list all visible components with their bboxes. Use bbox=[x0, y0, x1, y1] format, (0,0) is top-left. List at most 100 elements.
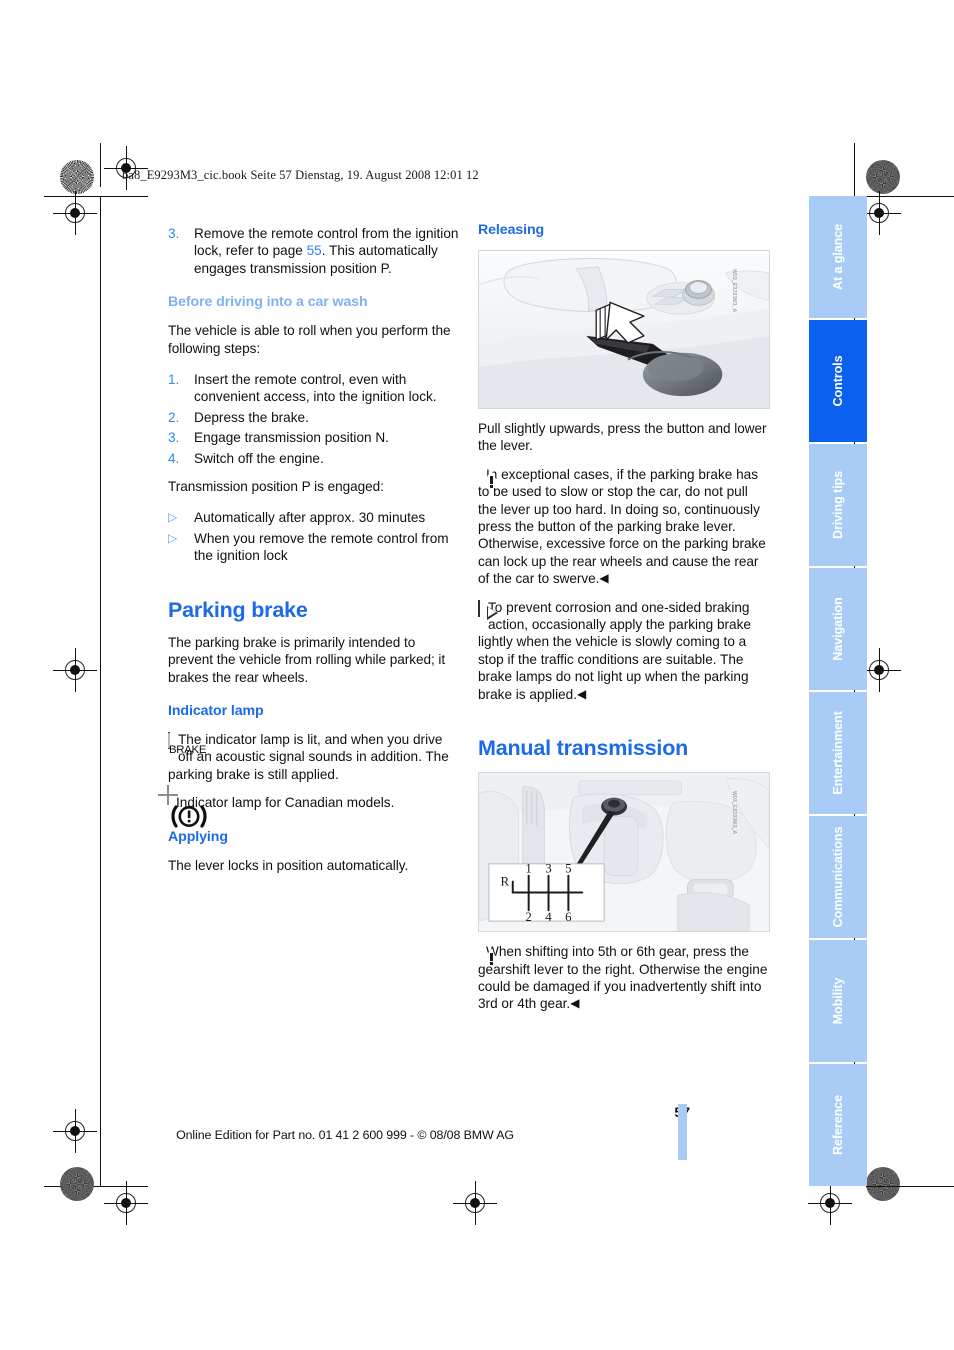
registration-mark-right-middle bbox=[857, 648, 901, 692]
tab-navigation[interactable]: Navigation bbox=[809, 568, 867, 690]
releasing-body: Pull slightly upwards, press the button … bbox=[478, 421, 767, 454]
step-marker: 2. bbox=[168, 409, 180, 425]
print-rosette-top-left bbox=[60, 160, 94, 194]
heading-applying: Applying bbox=[168, 828, 228, 845]
info-triangle-icon bbox=[478, 599, 498, 620]
heading-parking-brake: Parking brake bbox=[168, 597, 308, 622]
step-text: Engage transmission position N. bbox=[194, 430, 389, 446]
crop-line-top-left-h bbox=[44, 196, 148, 197]
bullet-text: Automatically after approx. 30 minutes bbox=[194, 510, 426, 526]
step-text: Remove the remote control from the ignit… bbox=[194, 225, 460, 277]
bullet-text: When you remove the remote control from … bbox=[194, 530, 449, 564]
crop-line-top-right-h bbox=[866, 196, 954, 197]
list-item: 4. Switch off the engine. bbox=[168, 450, 460, 467]
list-item: 3. Remove the remote control from the ig… bbox=[168, 225, 460, 277]
svg-text:3: 3 bbox=[545, 862, 551, 876]
step-text: Insert the remote control, even with con… bbox=[194, 372, 437, 405]
list-item: 2. Depress the brake. bbox=[168, 409, 460, 426]
right-column: Releasing W03_E9293M3_A Pull slightly up… bbox=[478, 222, 770, 1013]
carwash-intro-text: The vehicle is able to roll when you per… bbox=[168, 323, 451, 356]
warning-note-gearshift: When shifting into 5th or 6th gear, pres… bbox=[478, 943, 770, 1013]
thumb-index-tabs: At a glance Controls Driving tips Naviga… bbox=[809, 196, 867, 1188]
tab-mobility[interactable]: Mobility bbox=[809, 940, 867, 1062]
step-marker: 3. bbox=[168, 430, 180, 446]
heading-before-car-wash: Before driving into a car wash bbox=[168, 294, 368, 311]
tab-communications[interactable]: Communications bbox=[809, 816, 867, 938]
triangle-bullet-icon: ▷ bbox=[168, 530, 178, 545]
info-note-corrosion: To prevent corrosion and one-sided braki… bbox=[478, 599, 770, 703]
figure-credit: W03_E9293M3_A bbox=[730, 269, 737, 313]
warning-text-continued: Otherwise, excessive force on the parkin… bbox=[478, 535, 770, 587]
engaged-intro-text: Transmission position P is engaged: bbox=[168, 479, 384, 495]
print-rosette-top-right bbox=[866, 160, 900, 194]
tab-label: At a glance bbox=[831, 223, 845, 291]
registration-mark-top-right bbox=[857, 191, 901, 235]
print-rosette-bottom-left bbox=[60, 1167, 94, 1201]
svg-text:4: 4 bbox=[545, 910, 552, 924]
canadian-lamp-note: Indicator lamp for Canadian models. bbox=[158, 785, 460, 828]
list-item: 3. Engage transmission position N. bbox=[168, 429, 460, 446]
manual-gearshift-illustration: R 1 3 5 2 4 6 W03_E9293M3_A bbox=[478, 772, 770, 933]
tab-reference[interactable]: Reference bbox=[809, 1064, 867, 1186]
registration-mark-bottom-right bbox=[808, 1181, 852, 1225]
end-of-note-marker: ◀ bbox=[599, 571, 609, 586]
heading-releasing: Releasing bbox=[478, 222, 545, 238]
parking-brake-body: The parking brake is primarily intended … bbox=[168, 634, 446, 685]
step-marker: 3. bbox=[168, 226, 180, 241]
end-of-note-marker: ◀ bbox=[570, 996, 580, 1011]
tab-controls[interactable]: Controls bbox=[809, 320, 867, 442]
warning-note-parking-brake: In exceptional cases, if the parking bra… bbox=[478, 466, 770, 536]
tab-label: Controls bbox=[831, 355, 845, 407]
tab-entertainment[interactable]: Entertainment bbox=[809, 692, 867, 814]
engaged-bullet-list: ▷ Automatically after approx. 30 minutes… bbox=[168, 509, 460, 564]
tab-at-a-glance[interactable]: At a glance bbox=[809, 196, 867, 318]
step-marker: 1. bbox=[168, 372, 180, 388]
page-sheet: ba8_E9293M3_cic.book Seite 57 Dienstag, … bbox=[0, 0, 954, 1350]
step-text: Switch off the engine. bbox=[194, 450, 324, 466]
figure-credit: W03_E9293M3_A bbox=[730, 791, 737, 835]
step-text: Depress the brake. bbox=[194, 409, 309, 425]
crop-line-bottom-right-h bbox=[866, 1186, 954, 1187]
warning-text: In exceptional cases, if the parking bra… bbox=[478, 466, 760, 535]
registration-mark-left-upper bbox=[53, 191, 97, 235]
left-column: 3. Remove the remote control from the ig… bbox=[158, 222, 460, 874]
svg-text:6: 6 bbox=[565, 910, 572, 924]
registration-mark-bottom-center bbox=[453, 1181, 497, 1225]
svg-text:R: R bbox=[501, 875, 510, 889]
crop-line-left-v bbox=[100, 196, 101, 1186]
tab-label: Communications bbox=[831, 826, 845, 928]
tab-label: Navigation bbox=[831, 597, 845, 661]
svg-text:2: 2 bbox=[525, 910, 531, 924]
svg-text:5: 5 bbox=[565, 862, 571, 876]
print-rosette-bottom-right bbox=[866, 1167, 900, 1201]
triangle-bullet-icon: ▷ bbox=[168, 510, 178, 525]
info-note-text: To prevent corrosion and one-sided braki… bbox=[478, 599, 751, 702]
tab-driving-tips[interactable]: Driving tips bbox=[809, 444, 867, 566]
warning-text: When shifting into 5th or 6th gear, pres… bbox=[478, 944, 768, 1012]
heading-indicator-lamp: Indicator lamp bbox=[168, 702, 264, 719]
svg-text:1: 1 bbox=[525, 862, 531, 876]
indicator-lamp-text: The indicator lamp is lit, and when you … bbox=[168, 731, 449, 782]
registration-mark-left-middle bbox=[53, 648, 97, 692]
crop-line-top-left-v bbox=[100, 143, 101, 187]
carwash-step-list: 1. Insert the remote control, even with … bbox=[168, 371, 460, 467]
tab-label: Driving tips bbox=[831, 470, 845, 540]
list-item: ▷ When you remove the remote control fro… bbox=[168, 530, 460, 565]
step-marker: 4. bbox=[168, 450, 180, 466]
list-item: ▷ Automatically after approx. 30 minutes bbox=[168, 509, 460, 526]
list-item: 1. Insert the remote control, even with … bbox=[168, 371, 460, 406]
page-number: 57 bbox=[0, 1104, 690, 1120]
applying-body: The lever locks in position automaticall… bbox=[168, 857, 409, 873]
indicator-lamp-note: BRAKE The indicator lamp is lit, and whe… bbox=[168, 731, 460, 783]
page-reference-link[interactable]: 55 bbox=[307, 243, 322, 258]
registration-mark-bottom-left-2 bbox=[104, 1181, 148, 1225]
tab-label: Entertainment bbox=[831, 711, 845, 795]
brake-indicator-icon: BRAKE bbox=[168, 731, 206, 756]
parking-brake-lever-illustration: W03_E9293M3_A bbox=[478, 250, 770, 409]
end-of-note-marker: ◀ bbox=[577, 686, 587, 701]
footer-text: Online Edition for Part no. 01 41 2 600 … bbox=[176, 1128, 514, 1142]
tab-label: Mobility bbox=[831, 977, 845, 1025]
tab-label: Reference bbox=[831, 1094, 845, 1156]
heading-manual-transmission: Manual transmission bbox=[478, 736, 689, 761]
warning-cont-text: Otherwise, excessive force on the parkin… bbox=[478, 536, 766, 587]
